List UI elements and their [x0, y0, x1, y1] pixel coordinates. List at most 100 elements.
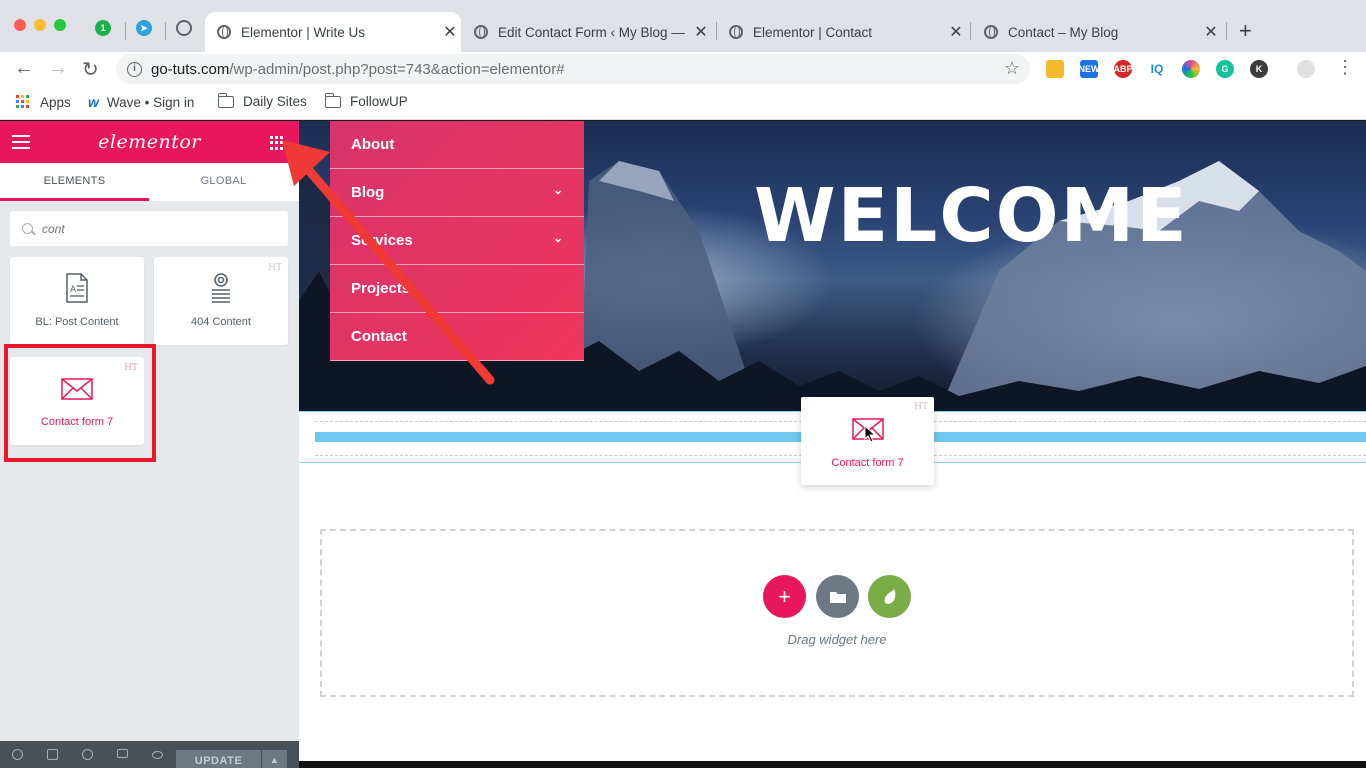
profile-avatar[interactable]: [1297, 60, 1315, 78]
widget-search-input[interactable]: [42, 221, 272, 236]
folder-icon: [217, 92, 234, 108]
extension-new-icon[interactable]: NEW: [1078, 60, 1100, 78]
bookmark-label: Apps: [40, 94, 71, 110]
add-section-area: + Drag widget here: [320, 529, 1354, 697]
extension-label: IQ: [1150, 62, 1164, 76]
close-tab-icon[interactable]: ✕: [1200, 22, 1222, 42]
close-tab-icon[interactable]: ✕: [439, 22, 461, 42]
zoom-window-button[interactable]: [54, 19, 66, 31]
new-tab-button[interactable]: +: [1239, 18, 1252, 44]
tab-title: Contact – My Blog: [1008, 24, 1119, 40]
bookmarks-bar: Apps w Wave • Sign in Daily Sites Follow…: [0, 86, 1366, 120]
globe-icon: [217, 25, 231, 39]
extension-k-icon[interactable]: K: [1250, 60, 1268, 78]
widget-404-content[interactable]: HT 404 Content: [154, 257, 288, 345]
update-options-caret-icon[interactable]: ▲: [262, 750, 287, 768]
url-host: go-tuts.com: [151, 60, 230, 78]
add-new-section-button[interactable]: +: [763, 575, 806, 618]
close-tab-icon[interactable]: ✕: [945, 22, 967, 42]
drag-widget-hint: Drag widget here: [787, 632, 887, 647]
wave-icon: w: [88, 94, 99, 110]
bookmark-daily-sites[interactable]: Daily Sites: [217, 92, 307, 109]
pinned-tab-badge-icon[interactable]: 1: [95, 20, 111, 36]
tab-separator: [970, 22, 971, 40]
responsive-desktop-icon[interactable]: [117, 749, 128, 758]
forward-arrow-icon[interactable]: →: [48, 57, 68, 80]
back-arrow-icon[interactable]: ←: [14, 57, 34, 80]
window-bottom-edge: [299, 761, 1366, 768]
update-button[interactable]: UPDATE: [176, 750, 261, 768]
add-template-button[interactable]: [816, 575, 859, 618]
globe-icon: [474, 25, 488, 39]
extension-notes-icon[interactable]: [1046, 60, 1064, 78]
chevron-down-icon[interactable]: ⌄: [553, 183, 563, 197]
bookmark-label: Daily Sites: [243, 94, 307, 109]
extension-grammarly-icon[interactable]: G: [1216, 60, 1234, 78]
leaf-icon: [884, 588, 895, 604]
pinned-tab-telegram-icon[interactable]: ➤: [136, 20, 152, 36]
plus-icon: +: [778, 583, 791, 609]
navigator-layers-icon[interactable]: [47, 749, 58, 760]
tab-title: Edit Contact Form ‹ My Blog —: [498, 24, 685, 40]
browser-toolbar: ← → ↻ i go-tuts.com/wp-admin/post.php?po…: [0, 52, 1366, 86]
bookmark-label: FollowUP: [350, 94, 408, 109]
folder-icon: [829, 592, 846, 603]
extension-adblock-icon[interactable]: ABP: [1114, 60, 1133, 78]
globe-icon: [729, 25, 743, 39]
browser-tab-active[interactable]: Elementor | Write Us ✕: [205, 12, 461, 52]
svg-text:A: A: [70, 285, 77, 295]
mouse-cursor-icon: [864, 425, 877, 443]
tab-separator: [1226, 22, 1227, 40]
browser-tab-strip: 1 ➤ Elementor | Write Us ✕ Edit Contact …: [0, 0, 1366, 52]
widget-label: Contact form 7: [831, 457, 904, 469]
extension-label: NEW: [1078, 64, 1100, 74]
widget-label: BL: Post Content: [35, 316, 119, 328]
panel-tabs: ELEMENTS GLOBAL: [0, 163, 299, 201]
minimize-window-button[interactable]: [34, 19, 46, 31]
annotation-arrow: [282, 140, 495, 385]
bookmark-label: Wave • Sign in: [106, 94, 195, 110]
widget-bl-post-content[interactable]: A BL: Post Content: [10, 257, 144, 345]
settings-list-icon: [212, 273, 230, 303]
tab-title: Elementor | Contact: [753, 24, 873, 40]
browser-menu-icon[interactable]: ⋮: [1336, 57, 1354, 78]
add-envato-button[interactable]: [868, 575, 911, 618]
browser-tab[interactable]: Elementor | Contact ✕: [717, 12, 967, 52]
extension-iq-icon[interactable]: IQ: [1148, 60, 1166, 78]
url-text[interactable]: go-tuts.com/wp-admin/post.php?post=743&a…: [151, 61, 565, 78]
hero-title: WELCOME: [754, 173, 1189, 259]
extension-label: G: [1221, 64, 1229, 74]
address-bar[interactable]: i go-tuts.com/wp-admin/post.php?post=743…: [116, 54, 1030, 84]
history-icon[interactable]: [82, 749, 93, 760]
url-path: /wp-admin/post.php?post=743&action=eleme…: [229, 60, 565, 78]
close-window-button[interactable]: [14, 19, 26, 31]
search-icon: [22, 223, 33, 234]
widget-badge: HT: [914, 402, 928, 412]
close-tab-icon[interactable]: ✕: [690, 22, 712, 42]
reload-icon[interactable]: ↻: [82, 57, 99, 82]
panel-header: elementor: [0, 121, 299, 163]
bookmark-apps[interactable]: Apps: [15, 94, 71, 110]
elementor-logo: elementor: [98, 131, 201, 153]
widget-search[interactable]: [10, 211, 288, 246]
bookmark-wave[interactable]: w Wave • Sign in: [88, 94, 194, 110]
bookmark-followup[interactable]: FollowUP: [324, 92, 408, 109]
pinned-tab-badge-count: 1: [100, 23, 106, 33]
chevron-down-icon[interactable]: ⌄: [553, 231, 563, 245]
annotation-highlight-box: [4, 344, 156, 462]
tab-title: Elementor | Write Us: [241, 24, 366, 40]
settings-gear-icon[interactable]: [12, 749, 23, 760]
pinned-tab-globe-icon[interactable]: [176, 20, 192, 36]
preview-eye-icon[interactable]: [152, 751, 163, 759]
browser-tab[interactable]: Contact – My Blog ✕: [972, 12, 1222, 52]
apps-grid-icon: [16, 95, 29, 108]
tab-separator: [125, 22, 126, 40]
tab-elements[interactable]: ELEMENTS: [0, 163, 149, 201]
document-icon: A: [66, 273, 88, 303]
site-info-icon[interactable]: i: [127, 61, 142, 77]
extension-label: K: [1255, 64, 1263, 74]
browser-tab[interactable]: Edit Contact Form ‹ My Blog — ✕: [462, 12, 712, 52]
bookmark-star-icon[interactable]: ☆: [1004, 58, 1020, 79]
globe-icon: [984, 25, 998, 39]
extension-colorful-icon[interactable]: [1182, 60, 1200, 78]
